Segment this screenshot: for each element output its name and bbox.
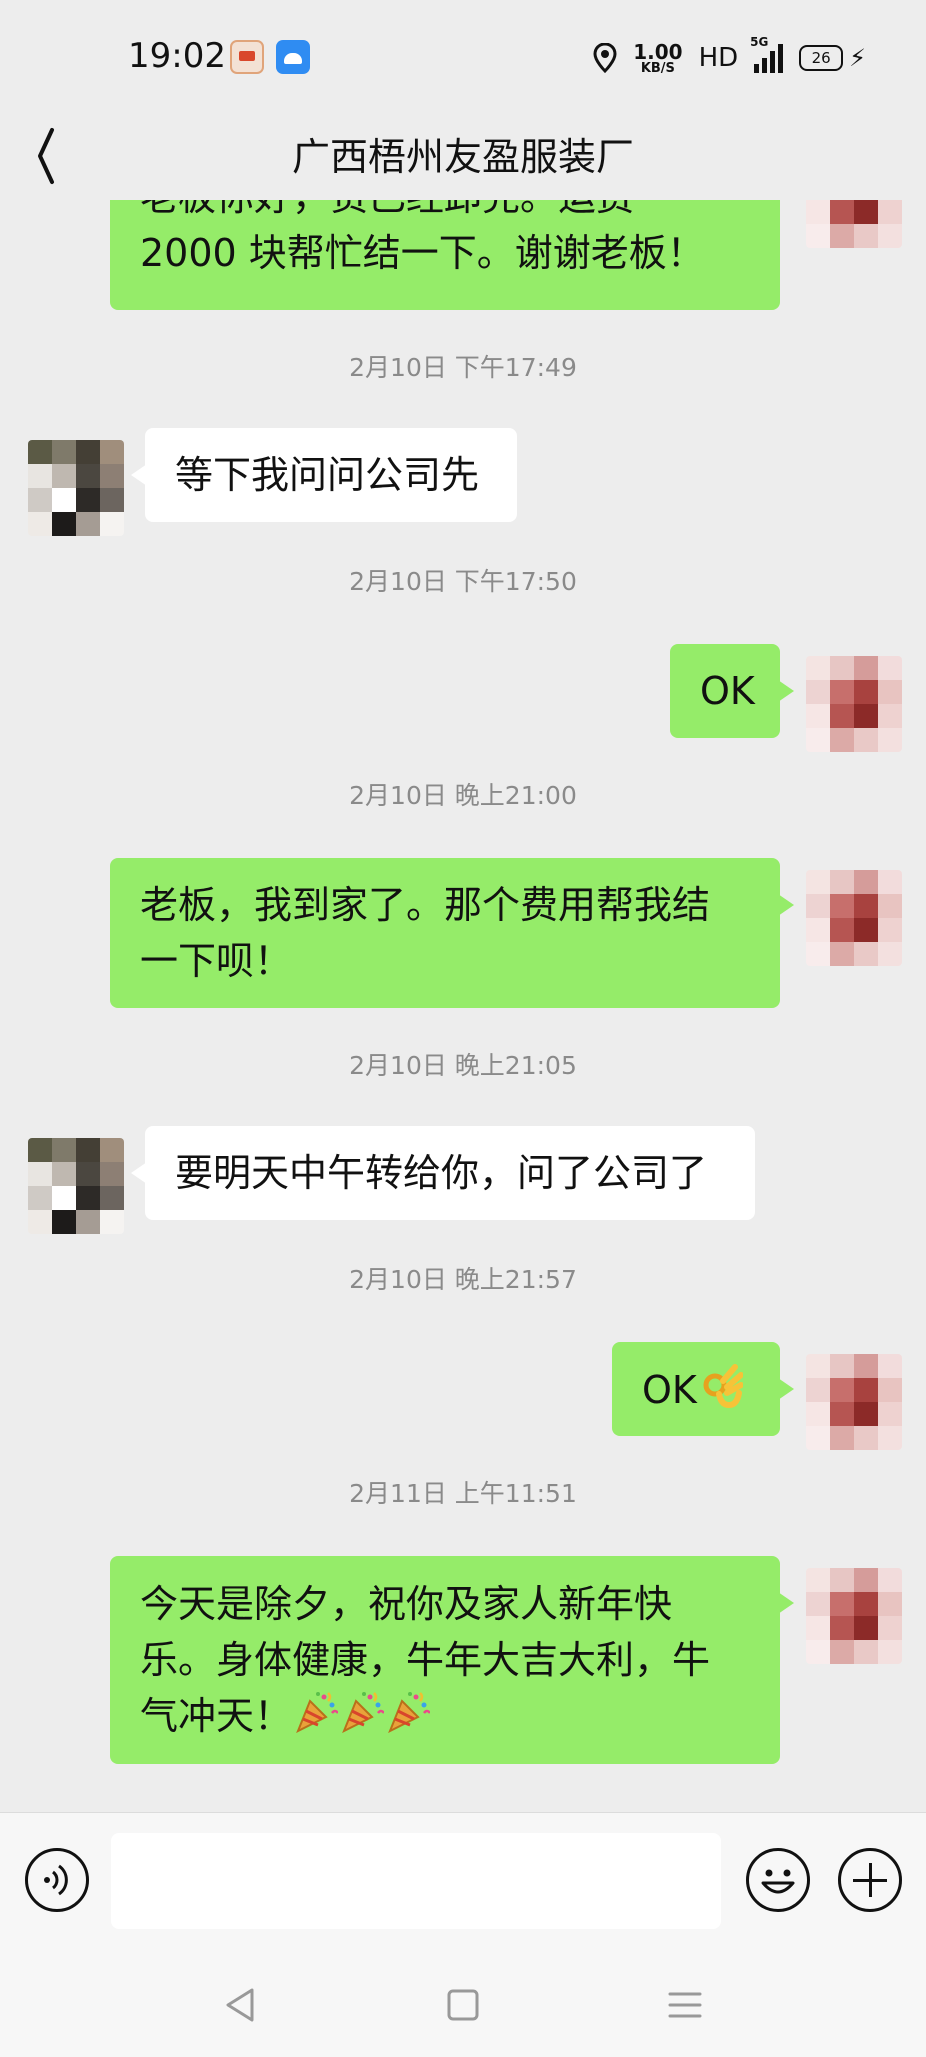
sent-message-bubble[interactable]: 老板你好，货已经卸完。运费 2000 块帮忙结一下。谢谢老板！ — [110, 200, 780, 310]
my-avatar[interactable] — [806, 656, 902, 752]
charging-icon: ⚡ — [849, 44, 866, 72]
triangle-back-icon — [226, 1988, 254, 2022]
more-button[interactable] — [838, 1848, 902, 1912]
android-notification-icon — [276, 40, 310, 74]
location-icon — [593, 43, 617, 73]
my-avatar[interactable] — [806, 200, 902, 248]
battery-icon: 26 — [799, 45, 844, 71]
signal-icon: 5G — [750, 35, 784, 73]
system-home-button[interactable] — [440, 1982, 486, 2028]
message-text: OK — [642, 1368, 697, 1412]
message-text-line: 老板你好，货已经卸完。运费 — [140, 200, 750, 225]
timestamp: 2月10日 下午17:49 — [349, 353, 577, 382]
system-back-button[interactable] — [218, 1982, 264, 2028]
party-popper-icon — [386, 1689, 432, 1748]
message-text-line: 2000 块帮忙结一下。谢谢老板！ — [140, 231, 705, 275]
input-bar — [0, 1812, 926, 1953]
square-home-icon — [447, 1989, 479, 2021]
timestamp: 2月11日 上午11:51 — [349, 1479, 577, 1508]
message-text-line: 一下呗！ — [140, 939, 293, 983]
status-time: 19:02 — [128, 36, 226, 76]
message-text-line: 乐。身体健康，牛年大吉大利，牛 — [140, 1638, 711, 1682]
received-message-bubble[interactable]: 要明天中午转给你，问了公司了 — [131, 1126, 755, 1220]
contact-avatar[interactable] — [28, 1138, 124, 1234]
message-text-line: OK — [700, 669, 755, 713]
notification-app-icon — [230, 40, 264, 74]
hd-indicator: HD — [698, 43, 739, 73]
message-text-line: 老板，我到家了。那个费用帮我结 — [140, 883, 711, 927]
message-text-line: 等下我问问公司先 — [175, 453, 480, 497]
ok-hand-emoji-icon — [699, 1361, 744, 1424]
party-popper-icon — [294, 1689, 340, 1748]
voice-icon — [44, 1864, 68, 1896]
sent-message-bubble[interactable]: 老板，我到家了。那个费用帮我结 一下呗！ — [110, 858, 794, 1008]
message-input[interactable] — [111, 1833, 721, 1929]
message-list[interactable]: 老板你好，货已经卸完。运费 2000 块帮忙结一下。谢谢老板！ 2月10日 下午17… — [0, 200, 926, 1812]
system-menu-button[interactable] — [662, 1982, 708, 2028]
chat-header: 广西梧州友盈服装厂 — [0, 118, 926, 208]
message-text: 气冲天！ — [140, 1694, 293, 1738]
my-avatar[interactable] — [806, 870, 902, 966]
message-text-line: 气冲天！ — [140, 1688, 750, 1748]
sent-message-bubble[interactable]: OK — [612, 1342, 794, 1436]
network-type-label: 5G — [750, 35, 769, 49]
sent-message-bubble[interactable]: 今天是除夕，祝你及家人新年快 乐。身体健康，牛年大吉大利，牛 气冲天！ — [110, 1556, 794, 1764]
message-text-line: OK — [642, 1361, 750, 1424]
emoji-button[interactable] — [746, 1848, 810, 1912]
timestamp: 2月10日 下午17:50 — [349, 567, 577, 596]
network-speed: 1.00 KB/S — [633, 39, 683, 76]
contact-avatar[interactable] — [28, 440, 124, 536]
menu-lines-icon — [668, 1992, 702, 2018]
status-bar: 19:02 1.00 KB/S HD 5G 26 ⚡ — [0, 0, 926, 118]
system-navigation-bar — [0, 1952, 926, 2057]
received-message-bubble[interactable]: 等下我问问公司先 — [131, 428, 517, 522]
my-avatar[interactable] — [806, 1568, 902, 1664]
status-indicators: 1.00 KB/S HD 5G 26 ⚡ — [593, 35, 866, 78]
party-popper-icon — [340, 1689, 386, 1748]
timestamp: 2月10日 晚上21:00 — [349, 781, 577, 810]
voice-button[interactable] — [25, 1848, 89, 1912]
sent-message-bubble[interactable]: OK — [670, 644, 794, 738]
my-avatar[interactable] — [806, 1354, 902, 1450]
message-text-line: 要明天中午转给你，问了公司了 — [175, 1151, 708, 1195]
chat-title: 广西梧州友盈服装厂 — [291, 135, 634, 179]
timestamp: 2月10日 晚上21:57 — [349, 1265, 577, 1294]
message-text-line: 今天是除夕，祝你及家人新年快 — [140, 1582, 673, 1626]
timestamp: 2月10日 晚上21:05 — [349, 1051, 577, 1080]
smiley-icon — [761, 1869, 795, 1894]
